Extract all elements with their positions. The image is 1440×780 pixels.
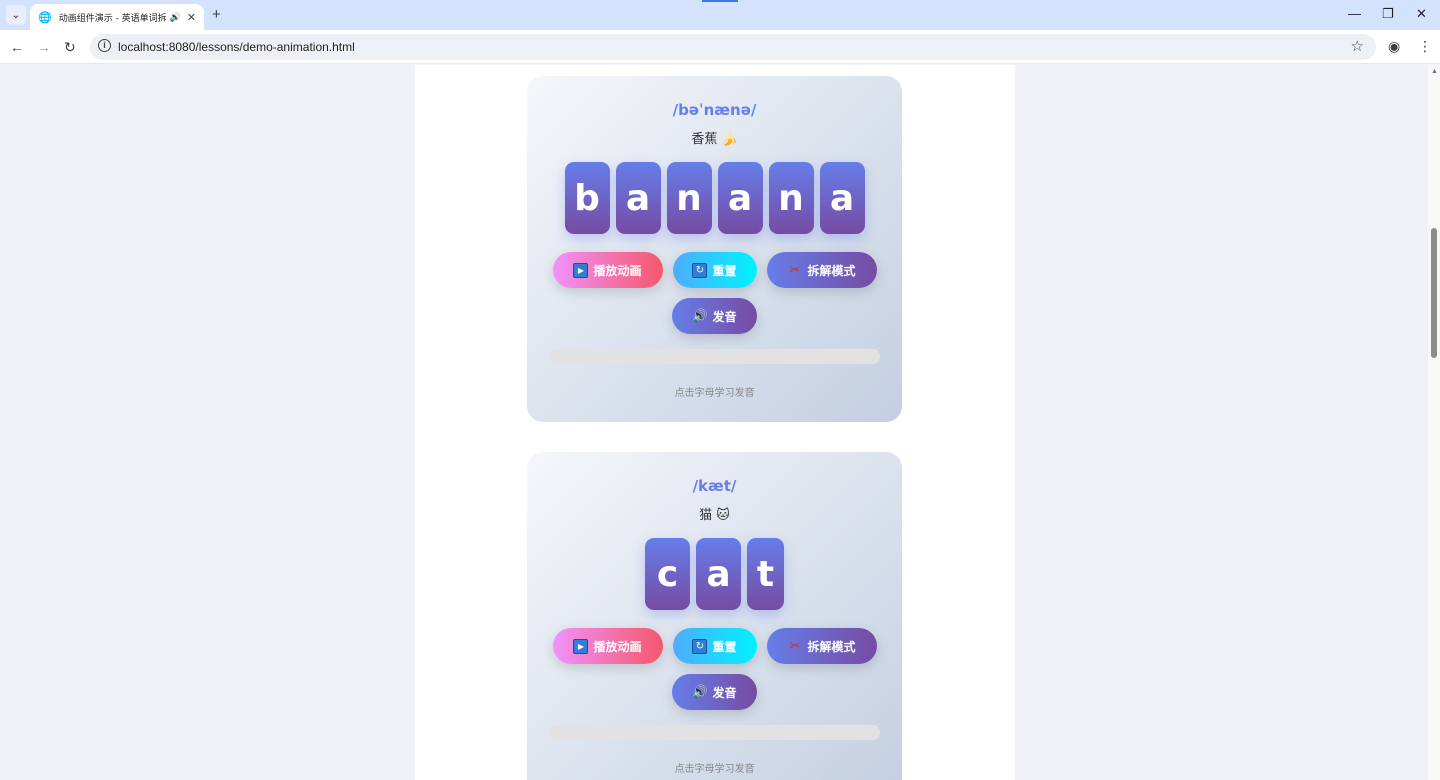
split-mode-button[interactable]: ✂ 拆解模式 [766, 252, 877, 288]
minimize-icon[interactable]: — [1348, 6, 1361, 21]
phonetic-text: /kæt/ [692, 477, 737, 495]
meaning-text: 香蕉 🍌 [691, 132, 738, 147]
restore-icon[interactable]: ❐ [1382, 6, 1394, 22]
letter-tile[interactable]: a [819, 162, 865, 234]
back-icon[interactable]: ← [10, 39, 24, 55]
letter-tile[interactable]: n [768, 162, 814, 234]
browser-tab-bar: ⌄ 🌐 动画组件演示 - 英语单词拆 🔊 ✕ + — ❐ ✕ [0, 0, 1440, 30]
split-mode-label: 拆解模式 [807, 639, 856, 654]
controls-row: ▶ 播放动画 ↻ 重置 ✂ 拆解模式 [527, 628, 902, 664]
browser-tab[interactable]: 🌐 动画组件演示 - 英语单词拆 🔊 ✕ [30, 4, 204, 30]
word-card: /bəˈnænə/ 香蕉 🍌 b a n a n a ▶ 播放动画 ↻ 重置 ✂… [527, 76, 902, 422]
controls-row: ▶ 播放动画 ↻ 重置 ✂ 拆解模式 [527, 252, 902, 288]
page-viewport: /bəˈnænə/ 香蕉 🍌 b a n a n a ▶ 播放动画 ↻ 重置 ✂… [0, 65, 1428, 780]
letter-tiles: c a t [527, 538, 902, 610]
progress-bar [549, 725, 880, 740]
reset-button[interactable]: ↻ 重置 [672, 252, 757, 288]
reset-label: 重置 [712, 639, 737, 654]
site-info-icon[interactable]: i [98, 39, 111, 52]
tab-close-icon[interactable]: ✕ [187, 11, 196, 24]
tab-title: 动画组件演示 - 英语单词拆 [58, 13, 166, 24]
tab-strip-accent [702, 0, 738, 2]
new-tab-button[interactable]: + [212, 6, 221, 23]
play-animation-label: 播放动画 [593, 263, 642, 278]
refresh-icon: ↻ [692, 638, 708, 654]
letter-tile[interactable]: a [717, 162, 763, 234]
address-bar[interactable]: i localhost:8080/lessons/demo-animation.… [90, 34, 1376, 60]
profile-icon[interactable]: ◉ [1388, 38, 1400, 55]
controls-row: 🔊 发音 [527, 298, 902, 334]
speaker-icon: 🔊 [691, 684, 709, 700]
meaning-text: 猫 🐱 [699, 508, 730, 523]
play-animation-button[interactable]: ▶ 播放动画 [552, 252, 663, 288]
page-scrollbar[interactable]: ▲ [1428, 65, 1440, 780]
split-mode-button[interactable]: ✂ 拆解模式 [766, 628, 877, 664]
reset-label: 重置 [712, 263, 737, 278]
refresh-icon: ↻ [692, 262, 708, 278]
pronounce-button[interactable]: 🔊 发音 [672, 298, 757, 334]
forward-icon[interactable]: → [37, 39, 51, 55]
page-container: /bəˈnænə/ 香蕉 🍌 b a n a n a ▶ 播放动画 ↻ 重置 ✂… [415, 65, 1015, 780]
letter-tile[interactable]: a [696, 538, 741, 610]
scrollbar-thumb[interactable] [1431, 228, 1437, 358]
reload-icon[interactable]: ↻ [64, 39, 76, 56]
chevron-down-icon: ⌄ [11, 9, 21, 21]
pronounce-label: 发音 [712, 309, 737, 324]
split-mode-label: 拆解模式 [807, 263, 856, 278]
letter-tile[interactable]: n [666, 162, 712, 234]
close-window-icon[interactable]: ✕ [1416, 6, 1427, 22]
audio-playing-icon[interactable]: 🔊 [170, 12, 181, 23]
speaker-icon: 🔊 [691, 308, 709, 324]
globe-icon: 🌐 [38, 11, 52, 24]
url-text[interactable]: localhost:8080/lessons/demo-animation.ht… [118, 40, 355, 54]
letter-tile[interactable]: b [564, 162, 610, 234]
pronounce-button[interactable]: 🔊 发音 [672, 674, 757, 710]
play-animation-label: 播放动画 [593, 639, 642, 654]
menu-kebab-icon[interactable]: ⋮ [1418, 38, 1432, 55]
letter-tile[interactable]: a [615, 162, 661, 234]
play-animation-button[interactable]: ▶ 播放动画 [552, 628, 663, 664]
pronounce-label: 发音 [712, 685, 737, 700]
letter-tile[interactable]: t [747, 538, 784, 610]
browser-toolbar: ← → ↻ i localhost:8080/lessons/demo-anim… [0, 30, 1440, 64]
play-icon: ▶ [573, 638, 589, 654]
tab-search-button[interactable]: ⌄ [6, 5, 26, 25]
hint-text: 点击字母学习发音 [674, 388, 755, 399]
hint-text: 点击字母学习发音 [674, 764, 755, 775]
scissors-icon: ✂ [789, 638, 801, 654]
scroll-up-icon[interactable]: ▲ [1431, 68, 1438, 75]
controls-row: 🔊 发音 [527, 674, 902, 710]
reset-button[interactable]: ↻ 重置 [672, 628, 757, 664]
letter-tile[interactable]: c [645, 538, 690, 610]
bookmark-star-icon[interactable]: ☆ [1351, 37, 1364, 55]
word-card: /kæt/ 猫 🐱 c a t ▶ 播放动画 ↻ 重置 ✂ 拆解模式 🔊 发音 … [527, 452, 902, 780]
play-icon: ▶ [573, 262, 589, 278]
scissors-icon: ✂ [789, 262, 801, 278]
phonetic-text: /bəˈnænə/ [672, 101, 757, 119]
letter-tiles: b a n a n a [527, 162, 902, 234]
progress-bar [549, 349, 880, 364]
